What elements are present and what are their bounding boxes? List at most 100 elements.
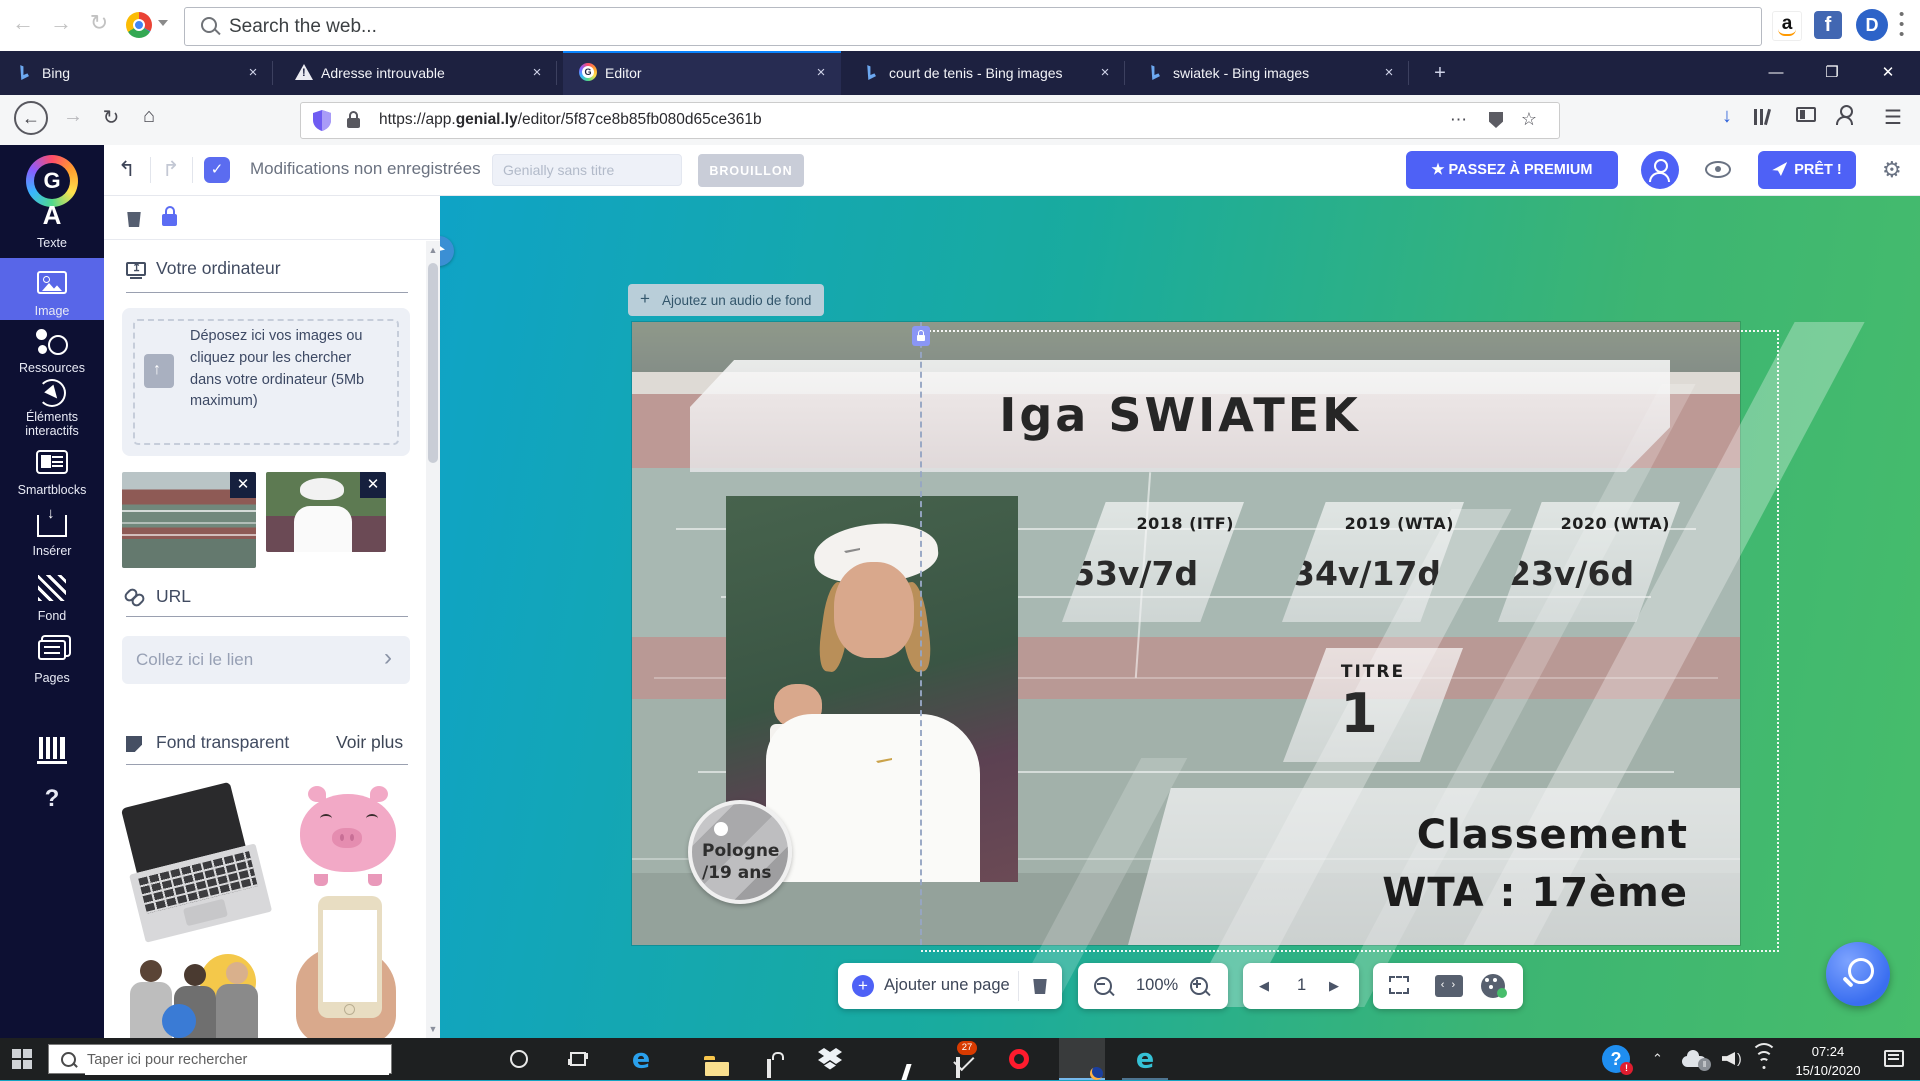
dropbox-button[interactable] (807, 1038, 853, 1080)
tab-court-de-tenis[interactable]: court de tenis - Bing images × (847, 51, 1125, 95)
add-page-button[interactable]: Ajouter une page (884, 976, 1010, 995)
sidebar-item-help[interactable]: ? (0, 785, 104, 821)
lock-icon[interactable] (347, 118, 360, 128)
bookmark-shield-icon[interactable] (1489, 112, 1503, 128)
zoom-in-icon[interactable] (1190, 977, 1208, 995)
sidebar-item-brand[interactable] (0, 733, 104, 769)
sidebar-item-fond[interactable]: Fond (0, 573, 104, 625)
next-page-icon[interactable]: ▶ (1329, 978, 1339, 994)
uploaded-image-swiatek[interactable]: ✕ (266, 472, 386, 552)
tab-close-icon[interactable]: × (527, 63, 547, 83)
tab-swiatek[interactable]: swiatek - Bing images × (1131, 51, 1409, 95)
browser-ball-icon[interactable] (126, 12, 152, 38)
firefox-button[interactable] (1059, 1038, 1105, 1080)
opera-button[interactable] (996, 1038, 1042, 1080)
editor-canvas[interactable]: Ajoutez un audio de fond Iga SWIATEK (440, 196, 1920, 1038)
toolbar-reload-icon[interactable]: ↻ (84, 10, 114, 36)
premium-button[interactable]: ★ PASSEZ À PREMIUM (1406, 151, 1618, 189)
ranking-block[interactable]: Classement WTA : 17ème (1128, 788, 1740, 945)
onedrive-icon[interactable] (1682, 1056, 1706, 1067)
add-audio-button[interactable]: Ajoutez un audio de fond (628, 284, 824, 316)
tab-close-icon[interactable]: × (1379, 63, 1399, 83)
forward-button[interactable]: → (58, 105, 88, 128)
mail-button[interactable]: 27 (933, 1038, 979, 1080)
tab-adresse-introuvable[interactable]: Adresse introuvable × (279, 51, 557, 95)
sidebar-item-image[interactable]: Image (0, 258, 104, 320)
cortana-button[interactable] (496, 1038, 542, 1080)
add-page-icon[interactable]: + (852, 975, 874, 997)
tray-chevron-icon[interactable]: ⌃ (1652, 1038, 1663, 1080)
toolbar-back-icon[interactable]: ← (8, 10, 38, 36)
window-minimize-button[interactable]: — (1748, 51, 1804, 95)
stock-image-hand-phone[interactable] (290, 896, 408, 1038)
tab-close-icon[interactable]: × (1095, 63, 1115, 83)
start-button[interactable] (12, 1049, 32, 1069)
edge-button[interactable]: e (618, 1038, 664, 1080)
page-actions-icon[interactable]: ⋯ (1450, 110, 1467, 130)
panel-scrollbar[interactable]: ▲ ▼ (426, 241, 440, 1038)
image-dropzone[interactable]: Déposez ici vos images ou cliquez pour l… (122, 308, 410, 456)
genially-title-input[interactable] (492, 154, 682, 186)
scroll-down-icon[interactable]: ▼ (426, 1024, 440, 1034)
scroll-up-icon[interactable]: ▲ (426, 245, 440, 255)
window-maximize-button[interactable]: ❐ (1804, 51, 1860, 95)
draft-button[interactable]: BROUILLON (698, 154, 804, 187)
sidebar-item-texte[interactable]: A Texte (0, 200, 104, 250)
help-tray-icon[interactable]: ? (1602, 1045, 1630, 1073)
lock-icon[interactable] (162, 214, 177, 226)
split-view-icon[interactable]: ‹ › (1435, 975, 1463, 997)
sidebar-item-inserer[interactable]: Insérer (0, 508, 104, 560)
taskbar-search-input[interactable] (85, 1045, 389, 1075)
back-button[interactable]: ← (14, 101, 48, 135)
country-badge[interactable]: Pologne /19 ans (688, 800, 792, 904)
library-icon[interactable] (1752, 105, 1774, 129)
d-search-icon[interactable]: D (1856, 9, 1888, 41)
wifi-icon[interactable] (1752, 1051, 1776, 1069)
new-tab-button[interactable]: + (1428, 61, 1452, 85)
preview-eye-icon[interactable] (1705, 161, 1731, 178)
tab-editor[interactable]: Editor × (563, 51, 841, 95)
zoom-out-icon[interactable] (1094, 977, 1112, 995)
store-button[interactable] (744, 1038, 790, 1080)
clock[interactable]: 07:24 15/10/2020 (1786, 1043, 1870, 1081)
sidebar-item-ressources[interactable]: Ressources (0, 325, 104, 377)
slide[interactable]: Iga SWIATEK 2018 (ITF) 53v/7d 2019 (WTA)… (632, 322, 1740, 945)
window-close-button[interactable]: ✕ (1860, 51, 1916, 95)
locked-element-icon[interactable] (912, 326, 930, 346)
redo-icon[interactable]: ↱ (162, 157, 180, 182)
scrollbar-thumb[interactable] (428, 263, 438, 463)
collaborators-button[interactable] (1641, 151, 1679, 189)
autosave-checkbox[interactable]: ✓ (204, 157, 230, 183)
web-search-box[interactable] (184, 7, 1762, 46)
tab-close-icon[interactable]: × (243, 63, 263, 83)
taskbar-search-box[interactable] (48, 1044, 392, 1074)
see-more-link[interactable]: Voir plus (336, 732, 403, 753)
help-chat-button[interactable] (1826, 942, 1890, 1006)
uploaded-image-courts[interactable]: ✕ (122, 472, 256, 568)
sidebar-item-smartblocks[interactable]: Smartblocks (0, 447, 104, 499)
amazon-icon[interactable]: a (1772, 11, 1802, 41)
toolbar-forward-icon[interactable]: → (46, 10, 76, 36)
chevron-right-icon[interactable]: › (384, 644, 392, 672)
app-purple-button[interactable] (870, 1038, 916, 1080)
account-icon[interactable] (1834, 104, 1856, 126)
home-button[interactable]: ⌂ (134, 105, 164, 128)
web-search-input[interactable] (227, 8, 1731, 45)
tab-close-icon[interactable]: × (811, 63, 831, 83)
stock-image-people[interactable] (122, 952, 268, 1038)
remove-image-icon[interactable]: ✕ (230, 472, 256, 498)
slide-title-block[interactable]: Iga SWIATEK (690, 360, 1670, 472)
facebook-icon[interactable]: f (1814, 11, 1842, 39)
stock-image-piggy-bank[interactable] (294, 784, 406, 888)
volume-icon[interactable] (1722, 1052, 1735, 1065)
file-explorer-button[interactable] (681, 1038, 727, 1080)
url-paste-input[interactable] (122, 636, 410, 684)
undo-icon[interactable]: ↰ (118, 157, 136, 182)
reload-button[interactable]: ↻ (96, 105, 126, 130)
grid-frame-icon[interactable] (1389, 976, 1409, 994)
remove-image-icon[interactable]: ✕ (360, 472, 386, 498)
delete-page-icon[interactable] (1032, 979, 1048, 994)
notification-center-icon[interactable] (1884, 1050, 1904, 1067)
url-bar[interactable]: https://app.genial.ly/editor/5f87ce8b85f… (300, 102, 1560, 139)
sidebar-item-pages[interactable]: Pages (0, 635, 104, 687)
